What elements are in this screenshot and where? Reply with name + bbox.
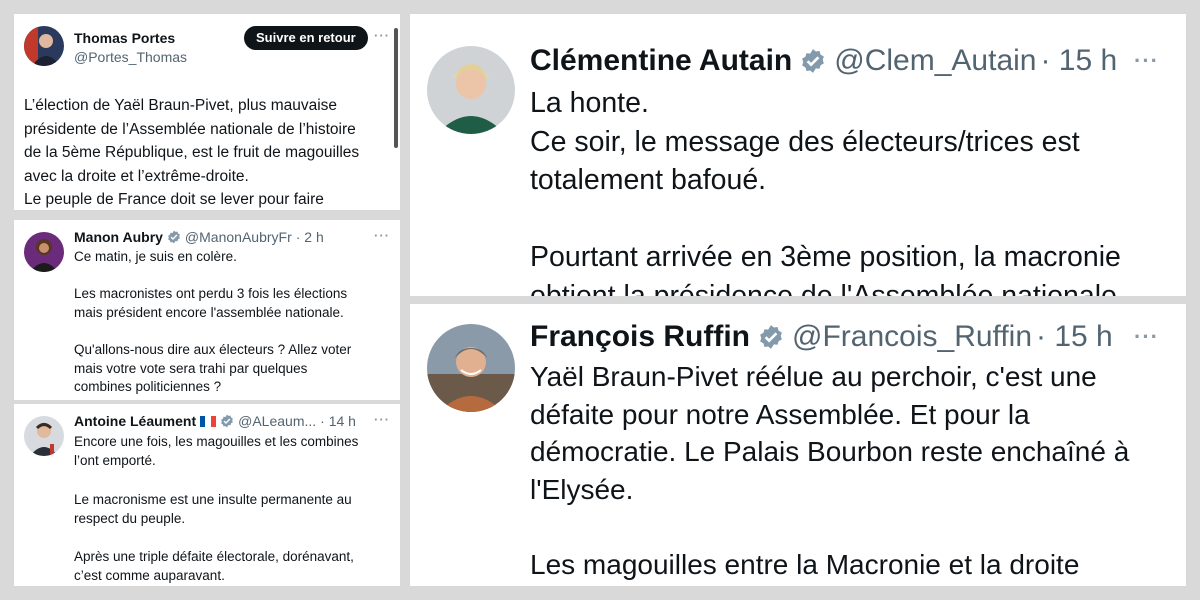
avatar[interactable]	[427, 324, 515, 412]
author-handle[interactable]: @Clem_Autain	[834, 44, 1036, 78]
french-flag-icon	[200, 415, 217, 427]
more-options-icon[interactable]: ···	[374, 228, 390, 243]
verified-badge-icon	[800, 48, 826, 74]
verified-badge-icon	[758, 324, 784, 350]
tweet-text: Encore une fois, les magouilles et les c…	[74, 434, 359, 584]
tweet-text: L’élection de Yaël Braun-Pivet, plus mau…	[24, 97, 360, 208]
tweet-time[interactable]: · 15 h	[1040, 44, 1117, 78]
tweet-text: Ce matin, je suis en colère. Les macroni…	[74, 249, 352, 395]
verified-badge-icon	[167, 230, 181, 244]
avatar[interactable]	[24, 26, 64, 66]
tweet-card-ruffin[interactable]: François Ruffin @Francois_Ruffin · 15 h …	[410, 304, 1186, 586]
author-name[interactable]: Manon Aubry	[74, 229, 163, 245]
tweet-card-autain[interactable]: Clémentine Autain @Clem_Autain · 15 h ··…	[410, 14, 1186, 296]
tweet-time[interactable]: · 15 h	[1036, 320, 1113, 354]
author-handle[interactable]: @ALeaum...	[238, 413, 316, 429]
verified-badge-icon	[220, 414, 234, 428]
tweet-text: Yaël Braun-Pivet réélue au perchoir, c'e…	[530, 361, 1130, 580]
author-handle[interactable]: @Francois_Ruffin	[792, 320, 1032, 354]
avatar-portrait-icon	[24, 416, 64, 456]
tweet-time[interactable]: · 2 h	[296, 229, 324, 245]
author-handle[interactable]: @ManonAubryFr	[185, 229, 292, 245]
author-name[interactable]: Clémentine Autain	[530, 44, 792, 78]
avatar-portrait-icon	[24, 26, 64, 66]
avatar[interactable]	[24, 416, 64, 456]
author-handle[interactable]: @Portes_Thomas	[74, 49, 187, 65]
avatar[interactable]	[24, 232, 64, 272]
avatar-portrait-icon	[24, 232, 64, 272]
avatar[interactable]	[427, 46, 515, 134]
author-name[interactable]: François Ruffin	[530, 320, 750, 354]
tweet-text: La honte. Ce soir, le message des électe…	[530, 87, 1121, 296]
tweet-card-portes[interactable]: Thomas Portes @Portes_Thomas Suivre en r…	[14, 14, 400, 210]
tweet-card-aubry[interactable]: Manon Aubry @ManonAubryFr · 2 h ··· Ce m…	[14, 220, 400, 400]
avatar-portrait-icon	[427, 46, 515, 134]
avatar-portrait-icon	[427, 324, 515, 412]
tweet-time[interactable]: · 14 h	[320, 413, 356, 429]
more-options-icon[interactable]: ···	[1134, 324, 1159, 350]
tweet-card-leaument[interactable]: Antoine Léaument @ALeaum... · 14 h ··· E…	[14, 404, 400, 586]
scrollbar[interactable]	[394, 28, 398, 148]
more-options-icon[interactable]: ···	[1134, 48, 1159, 74]
author-name[interactable]: Thomas Portes	[74, 30, 175, 46]
more-options-icon[interactable]: ···	[374, 28, 390, 43]
follow-back-button[interactable]: Suivre en retour	[244, 26, 368, 50]
more-options-icon[interactable]: ···	[374, 412, 390, 427]
author-name[interactable]: Antoine Léaument	[74, 413, 196, 429]
